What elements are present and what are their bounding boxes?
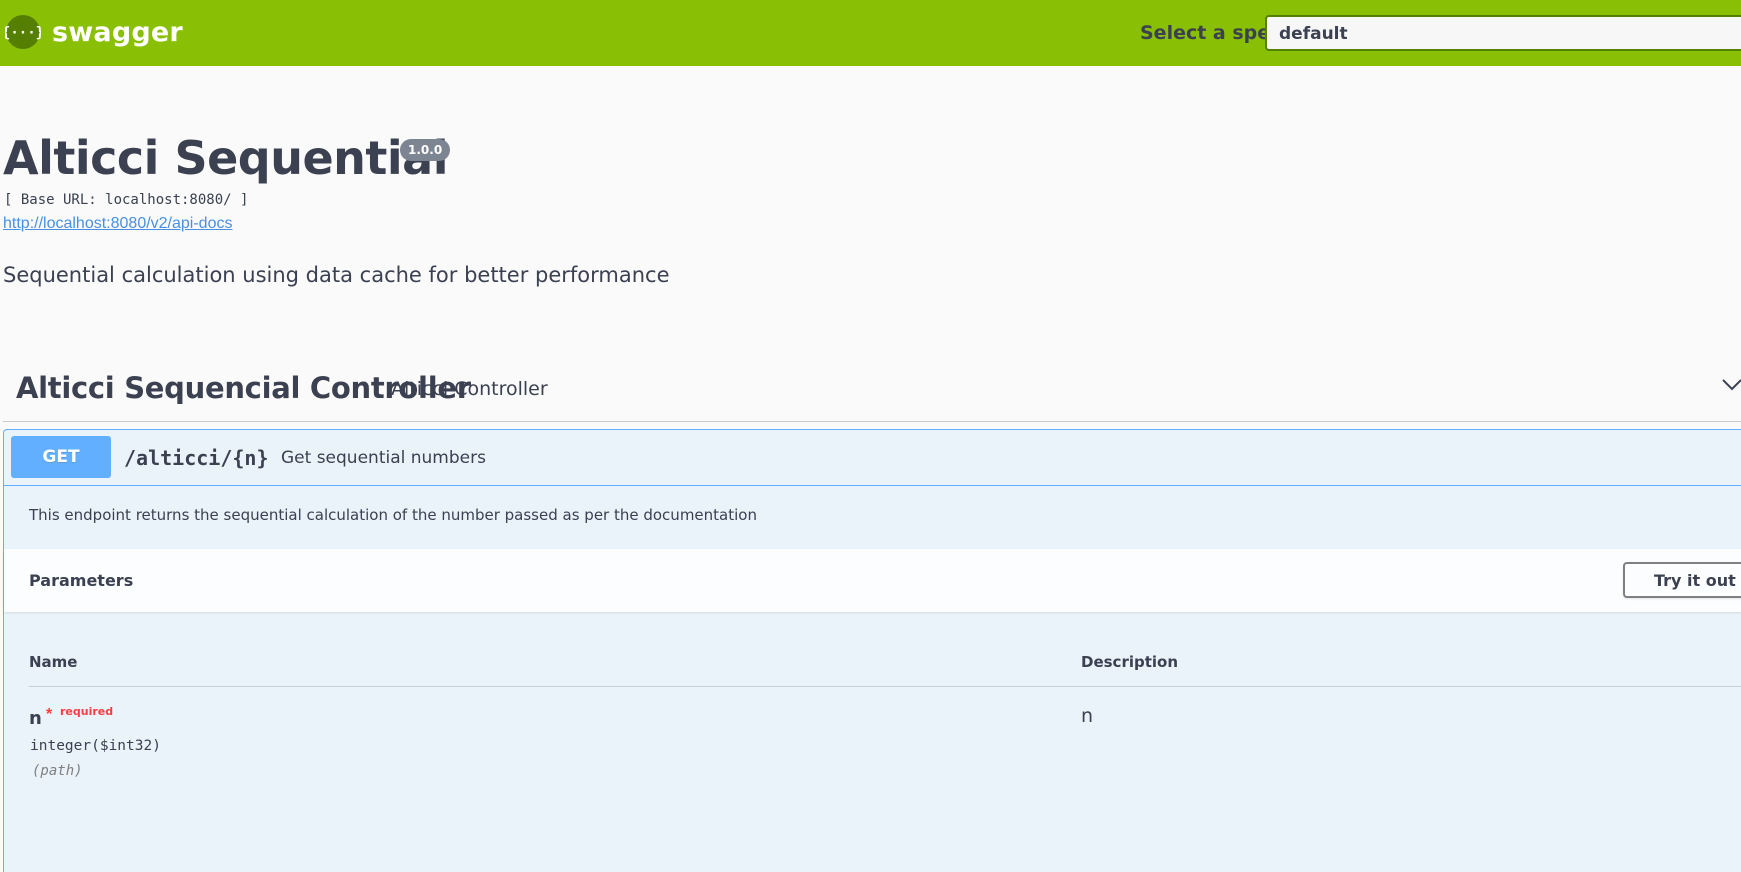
column-header-name: Name <box>29 653 78 671</box>
operation-block: GET /alticci/{n} Get sequential numbers … <box>3 429 1741 872</box>
parameter-type: integer($int32) <box>30 738 161 754</box>
operation-summary-text: Get sequential numbers <box>281 448 486 468</box>
swagger-logo-icon: {···} <box>5 15 41 49</box>
operation-summary[interactable]: GET /alticci/{n} Get sequential numbers <box>4 430 1741 486</box>
spec-select[interactable]: default <box>1265 15 1741 51</box>
api-docs-link[interactable]: http://localhost:8080/v2/api-docs <box>3 215 232 233</box>
spec-label: Select a spec <box>1140 22 1282 44</box>
operation-description: This endpoint returns the sequential cal… <box>29 506 757 524</box>
required-star: * <box>46 706 53 723</box>
version-badge: 1.0.0 <box>400 139 451 161</box>
page-title: Alticci Sequential <box>3 131 448 185</box>
svg-text:{···}: {···} <box>5 25 41 41</box>
parameter-description: n <box>1081 705 1094 727</box>
table-divider <box>29 686 1741 687</box>
chevron-down-icon[interactable] <box>1721 373 1741 395</box>
tag-description: Alticci Controller <box>391 378 548 400</box>
try-it-out-button[interactable]: Try it out <box>1623 562 1741 598</box>
parameters-header: Parameters Try it out <box>4 549 1741 612</box>
api-description: Sequential calculation using data cache … <box>3 263 670 287</box>
topbar: {···} swagger Select a spec default <box>0 0 1741 66</box>
tag-section-header[interactable]: Alticci Sequencial Controller Alticci Co… <box>3 365 1741 422</box>
required-label: required <box>60 705 114 718</box>
parameter-in: (path) <box>32 763 83 779</box>
swagger-logo[interactable]: {···} swagger <box>5 14 183 50</box>
parameter-name: n <box>29 708 42 729</box>
method-badge: GET <box>11 436 111 478</box>
parameters-title: Parameters <box>29 571 134 590</box>
logo-text: swagger <box>52 16 183 48</box>
column-header-description: Description <box>1081 653 1179 671</box>
base-url: [ Base URL: localhost:8080/ ] <box>4 192 249 208</box>
operation-path: /alticci/{n} <box>124 446 269 470</box>
